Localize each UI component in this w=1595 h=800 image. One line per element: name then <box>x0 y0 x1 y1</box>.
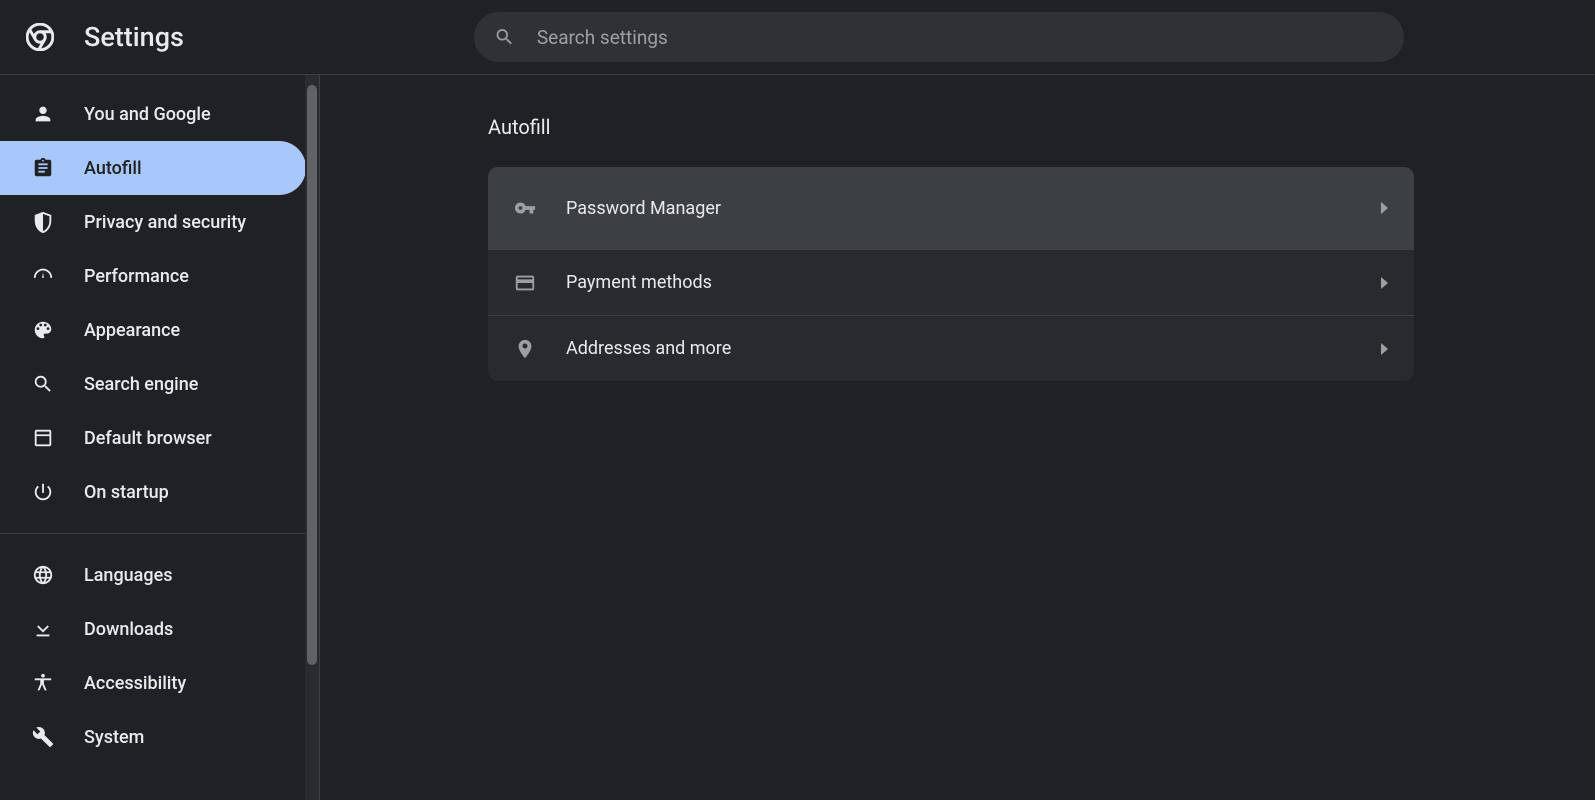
sidebar-item-performance[interactable]: Performance <box>0 249 306 303</box>
sidebar-item-label: Downloads <box>84 619 173 640</box>
search-box[interactable] <box>474 12 1404 62</box>
power-icon <box>32 481 54 503</box>
sidebar-item-downloads[interactable]: Downloads <box>0 602 306 656</box>
section-title: Autofill <box>488 115 1595 139</box>
search-icon <box>32 373 54 395</box>
palette-icon <box>32 319 54 341</box>
location-icon <box>514 338 536 360</box>
speedometer-icon <box>32 265 54 287</box>
globe-icon <box>32 564 54 586</box>
sidebar-item-label: Accessibility <box>84 673 186 694</box>
download-icon <box>32 618 54 640</box>
sidebar-item-label: Languages <box>84 565 172 586</box>
sidebar-item-label: You and Google <box>84 104 211 125</box>
chrome-logo-icon <box>26 23 54 51</box>
sidebar-item-autofill[interactable]: Autofill <box>0 141 306 195</box>
accessibility-icon <box>32 672 54 694</box>
sidebar-item-languages[interactable]: Languages <box>0 548 306 602</box>
sidebar-item-default-browser[interactable]: Default browser <box>0 411 306 465</box>
sidebar-item-search-engine[interactable]: Search engine <box>0 357 306 411</box>
chevron-right-icon <box>1381 277 1388 289</box>
browser-icon <box>32 427 54 449</box>
main-content: Autofill Password Manager Payment method… <box>320 75 1595 800</box>
sidebar-item-label: Default browser <box>84 428 212 449</box>
sidebar-item-label: Performance <box>84 266 189 287</box>
person-icon <box>32 103 54 125</box>
chevron-right-icon <box>1381 202 1388 214</box>
sidebar-item-label: System <box>84 727 144 748</box>
sidebar-item-label: Search engine <box>84 374 198 395</box>
shield-icon <box>32 211 54 233</box>
card-icon <box>514 272 536 294</box>
sidebar: You and Google Autofill Privacy and secu… <box>0 75 320 800</box>
row-payment-methods[interactable]: Payment methods <box>488 249 1414 315</box>
chevron-right-icon <box>1381 343 1388 355</box>
sidebar-item-label: On startup <box>84 482 169 503</box>
sidebar-item-label: Appearance <box>84 320 180 341</box>
sidebar-item-appearance[interactable]: Appearance <box>0 303 306 357</box>
sidebar-item-you-and-google[interactable]: You and Google <box>0 87 306 141</box>
sidebar-divider <box>0 533 306 534</box>
sidebar-item-system[interactable]: System <box>0 710 306 764</box>
wrench-icon <box>32 726 54 748</box>
assignment-icon <box>32 157 54 179</box>
sidebar-item-label: Autofill <box>84 158 142 179</box>
row-label: Payment methods <box>566 272 1381 293</box>
sidebar-item-label: Privacy and security <box>84 212 246 233</box>
row-label: Password Manager <box>566 198 1381 219</box>
search-icon <box>494 26 515 48</box>
row-addresses[interactable]: Addresses and more <box>488 315 1414 381</box>
key-icon <box>514 197 536 219</box>
page-title: Settings <box>84 21 184 53</box>
header: Settings <box>0 0 1595 75</box>
row-label: Addresses and more <box>566 338 1381 359</box>
autofill-card: Password Manager Payment methods Address… <box>488 167 1414 381</box>
sidebar-item-on-startup[interactable]: On startup <box>0 465 306 519</box>
row-password-manager[interactable]: Password Manager <box>488 167 1414 249</box>
scrollbar-thumb[interactable] <box>307 85 317 665</box>
search-input[interactable] <box>537 26 1384 49</box>
sidebar-item-privacy-security[interactable]: Privacy and security <box>0 195 306 249</box>
sidebar-item-accessibility[interactable]: Accessibility <box>0 656 306 710</box>
